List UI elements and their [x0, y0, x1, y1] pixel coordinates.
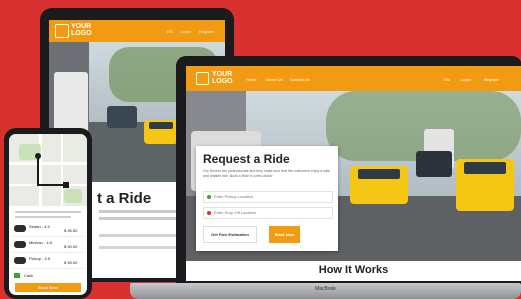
fare-estimation-button[interactable]: Get Fare Estimation — [203, 226, 257, 243]
payment-method: Cash — [24, 273, 34, 278]
phone-screen: Sedan - 4.5 $ 26.50 Minivan - 4.5 $ 30.0… — [9, 134, 87, 295]
ride-price: $ 30.00 — [64, 244, 78, 249]
car-image — [416, 151, 452, 177]
how-it-works-heading: How It Works — [318, 264, 389, 276]
car-image — [107, 106, 137, 128]
laptop-brand-label: MacBook — [315, 286, 336, 292]
cash-icon — [14, 273, 20, 278]
dropoff-input[interactable]: Enter Drop Off Location — [203, 207, 333, 219]
site-header: YOUR LOGO Home About Us Contact Us EN Lo… — [186, 66, 521, 91]
laptop-screen: YOUR LOGO Home About Us Contact Us EN Lo… — [186, 66, 521, 281]
site-logo[interactable]: YOUR LOGO — [212, 71, 233, 85]
tablet-logo: YOUR LOGO — [71, 23, 92, 37]
logo-line1: YOUR — [71, 23, 92, 30]
tablet-header: YOUR LOGO EN Login Register — [49, 20, 225, 42]
hero-title: Request a Ride — [203, 152, 290, 166]
ride-name: Sedan - 4.5 — [29, 224, 50, 229]
lang-link[interactable]: EN — [167, 29, 173, 34]
login-link[interactable]: Login — [461, 77, 471, 82]
logo-line2: LOGO — [71, 30, 92, 37]
payment-row[interactable]: Cash — [12, 272, 84, 280]
map-view[interactable] — [9, 134, 87, 206]
nav-home[interactable]: Home — [246, 77, 257, 82]
dropoff-pin-icon — [63, 182, 69, 188]
pickup-input[interactable]: Enter Pickup Location — [203, 191, 333, 203]
truck-icon — [14, 257, 26, 264]
request-ride-card: Request a Ride Our Drivers are professio… — [196, 146, 338, 251]
ride-option-minivan[interactable]: Minivan - 4.5 $ 30.00 — [12, 238, 84, 253]
ride-option-pickup[interactable]: Pickup - 4.5 $ 45.00 — [12, 254, 84, 269]
bus-image — [54, 72, 88, 132]
car-icon — [14, 225, 26, 232]
ride-name: Pickup - 4.5 — [29, 256, 51, 261]
logo-line2: LOGO — [212, 78, 233, 85]
ride-price: $ 45.00 — [64, 260, 78, 265]
login-link[interactable]: Login — [181, 29, 191, 34]
pickup-dot-icon — [207, 195, 211, 199]
laptop-base: MacBook — [130, 283, 521, 299]
register-link[interactable]: Register — [484, 77, 499, 82]
ride-name: Minivan - 4.5 — [29, 240, 52, 245]
pickup-pin-icon — [35, 153, 41, 159]
logo-icon — [196, 72, 209, 85]
dropoff-placeholder: Enter Drop Off Location — [214, 210, 256, 215]
how-it-works-section: How It Works — [186, 261, 521, 281]
phone-book-now-button[interactable]: Book Now — [15, 283, 81, 292]
register-link[interactable]: Register — [199, 29, 214, 34]
hero-description: Our Drivers are professionals and they m… — [203, 169, 330, 178]
route-line — [37, 156, 39, 186]
nav-contact[interactable]: Contact Us — [290, 77, 310, 82]
ride-price: $ 26.50 — [64, 228, 78, 233]
pickup-placeholder: Enter Pickup Location — [214, 194, 253, 199]
van-icon — [14, 241, 26, 248]
book-now-button[interactable]: Book Now — [269, 226, 300, 243]
tablet-hero-title: t a Ride — [97, 190, 152, 207]
dropoff-dot-icon — [207, 211, 211, 215]
lang-link[interactable]: EN — [444, 77, 450, 82]
ride-option-sedan[interactable]: Sedan - 4.5 $ 26.50 — [12, 222, 84, 237]
nav-about[interactable]: About Us — [266, 77, 282, 82]
logo-line1: YOUR — [212, 71, 233, 78]
logo-icon — [55, 24, 69, 38]
